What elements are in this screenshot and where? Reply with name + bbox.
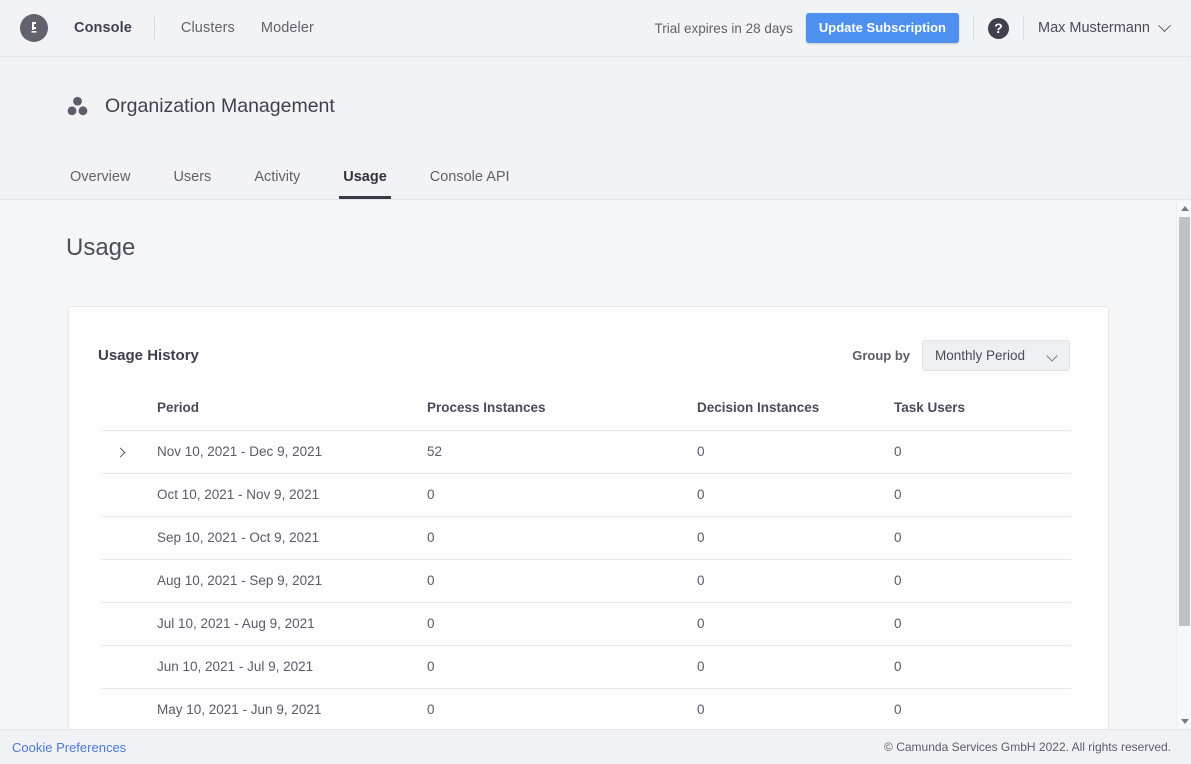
cell-period: Jun 10, 2021 - Jul 9, 2021 bbox=[157, 645, 427, 689]
column-header-period: Period bbox=[157, 400, 200, 415]
table-row[interactable]: Jul 10, 2021 - Aug 9, 2021 0 0 0 bbox=[101, 602, 1071, 646]
update-subscription-button[interactable]: Update Subscription bbox=[805, 13, 959, 43]
column-header-expand bbox=[101, 400, 157, 431]
usage-heading: Usage bbox=[66, 234, 136, 261]
cell-task-users: 0 bbox=[894, 688, 1071, 729]
chevron-down-icon bbox=[1046, 350, 1058, 362]
page-title: Organization Management bbox=[105, 95, 335, 117]
camunda-logo-icon[interactable] bbox=[20, 14, 48, 42]
tab-activity[interactable]: Activity bbox=[250, 169, 304, 199]
cell-task-users: 0 bbox=[894, 559, 1071, 603]
scroll-down-arrow-icon[interactable] bbox=[1177, 714, 1191, 729]
cell-decision-instances: 0 bbox=[697, 516, 894, 560]
cell-period: Aug 10, 2021 - Sep 9, 2021 bbox=[157, 559, 427, 603]
vertical-scrollbar[interactable] bbox=[1176, 201, 1191, 729]
table-row[interactable]: Sep 10, 2021 - Oct 9, 2021 0 0 0 bbox=[101, 516, 1071, 560]
cell-decision-instances: 0 bbox=[697, 473, 894, 517]
cell-task-users: 0 bbox=[894, 473, 1071, 517]
page-header: Organization Management Overview Users A… bbox=[0, 57, 1191, 200]
cell-period: Oct 10, 2021 - Nov 9, 2021 bbox=[157, 473, 427, 517]
scroll-up-arrow-icon[interactable] bbox=[1177, 201, 1191, 216]
organization-title-row: Organization Management bbox=[66, 95, 335, 118]
trial-status-text: Trial expires in 28 days bbox=[654, 20, 793, 36]
nav-item-console[interactable]: Console bbox=[74, 20, 132, 36]
row-expand-cell bbox=[101, 559, 157, 603]
top-navigation-bar: Console Clusters Modeler Trial expires i… bbox=[0, 0, 1191, 57]
table-row[interactable]: Oct 10, 2021 - Nov 9, 2021 0 0 0 bbox=[101, 473, 1071, 517]
copyright-text: © Camunda Services GmbH 2022. All rights… bbox=[884, 740, 1171, 754]
cell-decision-instances: 0 bbox=[697, 430, 894, 474]
cell-task-users: 0 bbox=[894, 602, 1071, 646]
cell-period: Sep 10, 2021 - Oct 9, 2021 bbox=[157, 516, 427, 560]
group-by-label: Group by bbox=[852, 348, 910, 363]
cell-process-instances: 0 bbox=[427, 688, 697, 729]
column-header-task-users: Task Users bbox=[894, 400, 966, 415]
usage-history-table: Period Process Instances Decision Instan… bbox=[101, 400, 1071, 729]
top-nav-left-group: Console Clusters Modeler bbox=[0, 14, 314, 42]
cell-period: Jul 10, 2021 - Aug 9, 2021 bbox=[157, 602, 427, 646]
cell-decision-instances: 0 bbox=[697, 559, 894, 603]
cell-decision-instances: 0 bbox=[697, 602, 894, 646]
tab-usage[interactable]: Usage bbox=[339, 169, 391, 199]
cell-process-instances: 0 bbox=[427, 602, 697, 646]
group-by-selected-value: Monthly Period bbox=[935, 348, 1026, 363]
cookie-preferences-link[interactable]: Cookie Preferences bbox=[12, 740, 126, 755]
triangle-up-icon bbox=[1180, 206, 1189, 211]
cell-task-users: 0 bbox=[894, 516, 1071, 560]
row-expand-cell bbox=[101, 688, 157, 729]
table-row[interactable]: Aug 10, 2021 - Sep 9, 2021 0 0 0 bbox=[101, 559, 1071, 603]
nav-divider bbox=[153, 17, 155, 39]
tab-bar: Overview Users Activity Usage Console AP… bbox=[66, 169, 549, 199]
table-row[interactable]: Jun 10, 2021 - Jul 9, 2021 0 0 0 bbox=[101, 645, 1071, 689]
cell-process-instances: 0 bbox=[427, 473, 697, 517]
nav-divider bbox=[972, 15, 974, 41]
cell-period: Nov 10, 2021 - Dec 9, 2021 bbox=[157, 430, 427, 474]
group-by-select[interactable]: Monthly Period bbox=[922, 340, 1070, 371]
row-expand-cell bbox=[101, 645, 157, 689]
usage-history-card: Usage History Group by Monthly Period Pe… bbox=[68, 306, 1109, 729]
cell-task-users: 0 bbox=[894, 430, 1071, 474]
row-expand-cell[interactable] bbox=[101, 430, 157, 474]
triangle-down-icon bbox=[1180, 719, 1189, 724]
main-content-scroll-area: Usage Usage History Group by Monthly Per… bbox=[0, 201, 1176, 729]
table-header-row: Period Process Instances Decision Instan… bbox=[101, 400, 1071, 431]
table-row[interactable]: Nov 10, 2021 - Dec 9, 2021 52 0 0 bbox=[101, 430, 1071, 474]
cell-period: May 10, 2021 - Jun 9, 2021 bbox=[157, 688, 427, 729]
help-icon[interactable]: ? bbox=[987, 17, 1009, 39]
row-expand-cell bbox=[101, 473, 157, 517]
scrollbar-thumb[interactable] bbox=[1179, 217, 1190, 626]
chevron-down-icon[interactable] bbox=[1158, 18, 1171, 32]
tab-users[interactable]: Users bbox=[169, 169, 215, 199]
organization-icon bbox=[66, 95, 89, 118]
nav-item-clusters[interactable]: Clusters bbox=[181, 20, 235, 36]
cell-process-instances: 0 bbox=[427, 645, 697, 689]
top-nav-right-group: Trial expires in 28 days Update Subscrip… bbox=[654, 13, 1171, 43]
row-expand-cell bbox=[101, 602, 157, 646]
column-header-process-instances: Process Instances bbox=[427, 400, 546, 415]
tab-overview[interactable]: Overview bbox=[66, 169, 134, 199]
cell-process-instances: 0 bbox=[427, 559, 697, 603]
table-row[interactable]: May 10, 2021 - Jun 9, 2021 0 0 0 bbox=[101, 688, 1071, 729]
table-header: Period Process Instances Decision Instan… bbox=[101, 400, 1071, 431]
nav-item-modeler[interactable]: Modeler bbox=[261, 20, 314, 36]
user-menu-label[interactable]: Max Mustermann bbox=[1038, 20, 1150, 36]
tab-console-api[interactable]: Console API bbox=[426, 169, 514, 199]
cell-task-users: 0 bbox=[894, 645, 1071, 689]
page-footer: Cookie Preferences © Camunda Services Gm… bbox=[0, 729, 1191, 764]
column-header-decision-instances: Decision Instances bbox=[697, 400, 820, 415]
cell-process-instances: 0 bbox=[427, 516, 697, 560]
usage-history-title: Usage History bbox=[98, 347, 199, 364]
card-header: Usage History Group by Monthly Period bbox=[69, 307, 1108, 371]
nav-divider bbox=[1022, 15, 1024, 41]
cell-decision-instances: 0 bbox=[697, 688, 894, 729]
row-expand-cell bbox=[101, 516, 157, 560]
cell-process-instances: 52 bbox=[427, 430, 697, 474]
group-by-control: Group by Monthly Period bbox=[852, 340, 1070, 371]
chevron-right-icon[interactable] bbox=[115, 447, 126, 458]
cell-decision-instances: 0 bbox=[697, 645, 894, 689]
table-body: Nov 10, 2021 - Dec 9, 2021 52 0 0 Oct 10… bbox=[101, 430, 1071, 729]
